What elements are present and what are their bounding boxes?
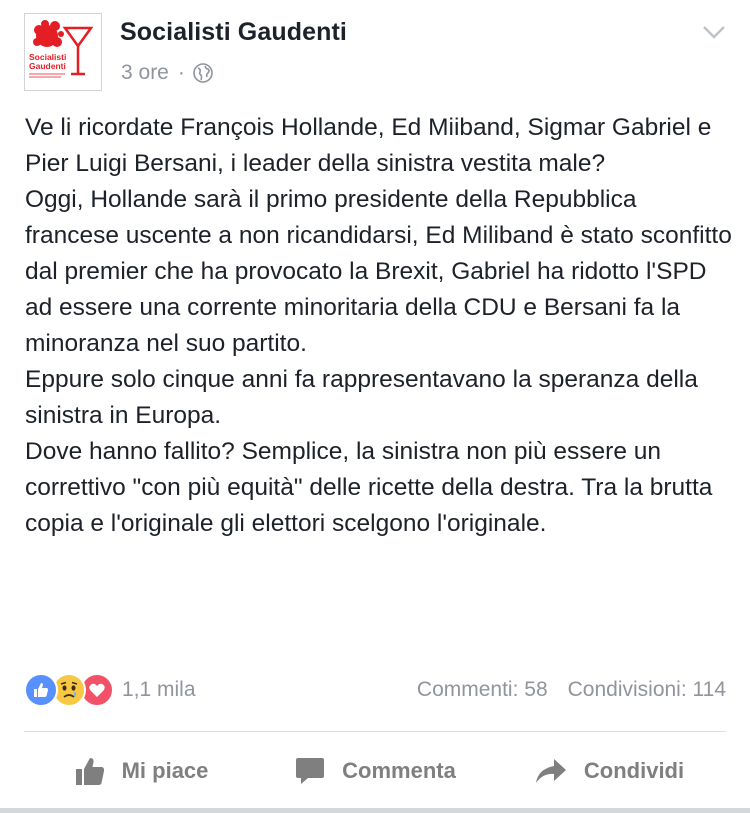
comment-bubble-icon [296,758,325,784]
post-bottom-border [0,808,750,813]
post-header: Socialisti Gaudenti Socialisti Gaudenti … [0,0,750,100]
post-paragraph-4: Dove hanno fallito? Semplice, la sinistr… [25,438,713,537]
like-button[interactable]: Mi piace [24,755,258,787]
post-body: Ve li ricordate François Hollande, Ed Mi… [25,110,735,542]
chevron-down-icon[interactable] [702,24,726,40]
like-reaction-icon [24,673,58,707]
post-paragraph-2: Oggi, Hollande sarà il primo presidente … [25,186,732,357]
like-button-label: Mi piace [121,758,209,783]
meta-separator: · [177,61,185,84]
divider [24,731,726,732]
post-paragraph-1: Ve li ricordate François Hollande, Ed Mi… [25,114,712,177]
engagement-counts: Commenti: 58 Condivisioni: 114 [417,678,726,702]
page-name[interactable]: Socialisti Gaudenti [120,18,347,47]
share-arrow-icon [535,759,566,783]
action-bar: Mi piace Commenta Condividi [24,740,726,802]
share-button-label: Condividi [583,758,685,783]
post-stats: 1,1 mila Commenti: 58 Condivisioni: 114 [24,672,726,708]
reactions-summary[interactable] [24,673,114,707]
comments-count[interactable]: Commenti: 58 [417,678,548,702]
page-avatar[interactable]: Socialisti Gaudenti [24,13,102,91]
shares-count[interactable]: Condivisioni: 114 [568,678,726,702]
post-meta: 3 ore · [121,61,213,85]
post-paragraph-3: Eppure solo cinque anni fa rappresentava… [25,366,698,429]
comment-button[interactable]: Commenta [258,756,492,786]
comment-button-label: Commenta [342,758,456,783]
share-button[interactable]: Condividi [492,757,726,785]
reaction-count[interactable]: 1,1 mila [122,678,196,702]
globe-icon [193,63,213,83]
post-time[interactable]: 3 ore [121,61,169,85]
thumbs-up-icon [75,758,104,785]
avatar-text-line2: Gaudenti [29,61,66,71]
